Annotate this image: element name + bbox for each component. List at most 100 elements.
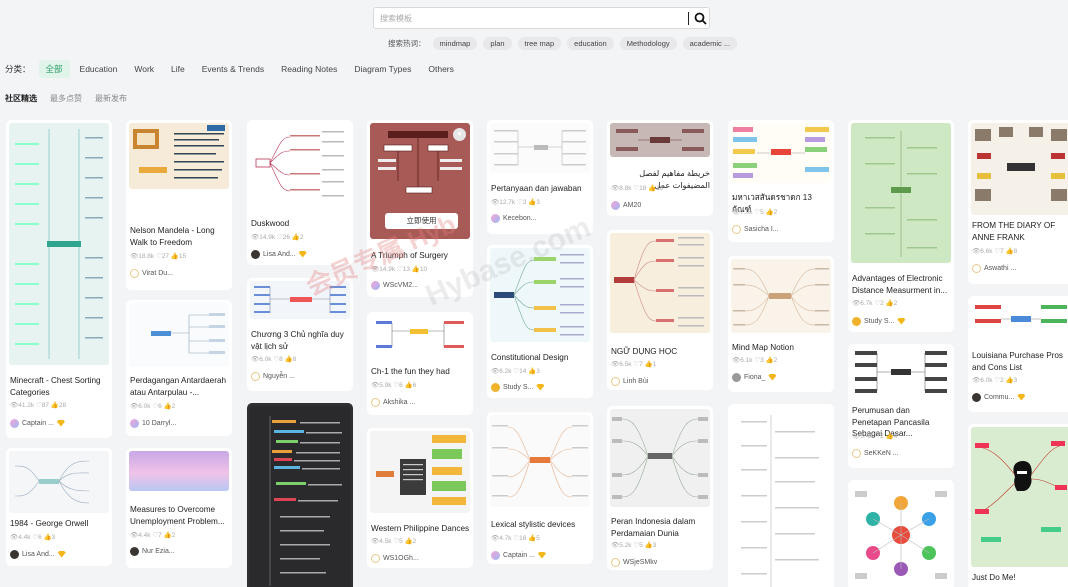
template-card[interactable]: Pertanyaan dan jawaban 👁12.7k ♡3 👍3 Kece… — [487, 120, 593, 234]
category-life[interactable]: Life — [164, 61, 192, 77]
template-card[interactable]: NGỮ DỤNG HỌC 👁6.5k ♡7 👍1 Linh Bùi — [607, 230, 713, 390]
card-thumbnail — [851, 123, 951, 263]
template-card[interactable]: Perdagangan Antardaerah atau Antarpulau … — [126, 300, 232, 436]
use-template-button[interactable]: 立即使用 — [385, 213, 458, 229]
card-thumbnail — [731, 407, 831, 587]
template-card[interactable]: خريطة مفاهيم لفصل المضيفوات عمل 👁8.8k ♡1… — [607, 120, 713, 216]
template-card[interactable]: Perumusan dan Penetapan Pancasila Sebaga… — [848, 344, 954, 468]
card-author: Study S... — [491, 382, 545, 392]
category-events-trends[interactable]: Events & Trends — [195, 61, 271, 77]
card-title: Constitutional Design — [491, 353, 569, 362]
card-stats: 👁4.4k ♡7 👍2 — [130, 532, 176, 539]
card-author: WS1OGh... — [371, 553, 419, 563]
category-all[interactable]: 全部 — [38, 60, 70, 78]
author-name: Linh Bùi — [623, 377, 649, 385]
card-title: FROM THE DIARY OF ANNE FRANK — [972, 221, 1056, 242]
template-card[interactable]: Minecraft - Chest Sorting Categories 👁41… — [6, 120, 112, 438]
card-title: Louisiana Purchase Pros and Cons List — [972, 351, 1064, 372]
card-title: A Triumph of Surgery — [371, 251, 448, 260]
vip-badge-icon — [1017, 393, 1026, 401]
author-name: Study S... — [864, 317, 895, 325]
hot-label: 搜索热词： — [388, 38, 426, 48]
favorite-icon[interactable]: ♥ — [453, 128, 466, 141]
card-stats: 👁4.7k ♡16 👍5 — [491, 535, 540, 542]
card-stats: 👁14.9k ♡13 👍10 — [371, 266, 428, 273]
card-title: Perdagangan Antardaerah atau Antarpulau … — [130, 376, 227, 397]
card-author: Akshika ... — [371, 397, 415, 407]
category-education[interactable]: Education — [73, 61, 125, 77]
template-card[interactable]: Constitutional Design 👁6.2k ♡14 👍3 Study… — [487, 245, 593, 398]
category-work[interactable]: Work — [127, 61, 161, 77]
template-card[interactable]: ♥ 立即使用 A Triumph of Surgery 👁14.9k ♡13 👍… — [367, 120, 473, 297]
template-card[interactable]: Just Do Me! — [968, 424, 1068, 587]
hot-chip-mindmap[interactable]: mindmap — [432, 36, 478, 50]
vip-badge-icon — [298, 250, 307, 258]
category-label: 分类： — [5, 64, 31, 74]
card-author: 10 Darryl... — [130, 418, 176, 428]
vip-badge-icon — [768, 373, 777, 381]
vip-badge-icon — [56, 419, 65, 427]
avatar — [732, 372, 741, 382]
avatar — [852, 448, 861, 458]
template-card[interactable]: Chương 3 Chủ nghĩa duy vật lịch sử 👁6.0k… — [247, 278, 353, 391]
hot-chip-academic[interactable]: academic ... — [682, 36, 738, 50]
author-name: Aswathi ... — [984, 264, 1017, 272]
card-author: Lisa And... — [251, 249, 307, 259]
hot-chip-education[interactable]: education — [567, 36, 614, 50]
template-card[interactable]: Lexical stylistic devices 👁4.7k ♡16 👍5 C… — [487, 412, 593, 564]
card-thumbnail — [971, 123, 1068, 215]
search-divider — [688, 12, 689, 25]
card-stats: 👁5.4k ♡2 👍4 — [852, 433, 898, 440]
category-reading-notes[interactable]: Reading Notes — [274, 61, 344, 77]
card-thumbnail — [250, 123, 350, 205]
template-card[interactable] — [728, 404, 834, 587]
search-bar[interactable] — [373, 7, 710, 29]
template-card[interactable]: Duskwood 👁14.9k ♡26 👍2 Lisa And... — [247, 120, 353, 265]
template-card[interactable]: Ch-1 the fun they had 👁5.9k ♡6 👍6 Akshik… — [367, 312, 473, 415]
author-name: Lisa And... — [22, 550, 55, 558]
avatar — [852, 316, 861, 326]
template-card[interactable]: Mind Map Notion 👁6.1k ♡3 👍2 Fiona_ — [728, 256, 834, 392]
template-card[interactable] — [247, 403, 353, 587]
avatar — [10, 549, 19, 559]
vip-badge-icon — [897, 317, 906, 325]
category-diagram-types[interactable]: Diagram Types — [347, 61, 418, 77]
author-name: Sasicha I... — [744, 225, 779, 233]
template-card[interactable]: 1984 - George Orwell 👁4.4k ♡6 👍3 Lisa An… — [6, 448, 112, 566]
avatar — [972, 392, 981, 402]
template-card[interactable]: FROM THE DIARY OF ANNE FRANK 👁6.6k ♡7 👍8… — [968, 120, 1068, 284]
hot-chip-methodology[interactable]: Methodology — [619, 36, 677, 50]
card-title: Measures to Overcome Unemployment Proble… — [130, 505, 225, 526]
sort-latest[interactable]: 最新发布 — [95, 93, 127, 104]
card-author: Virat Du... — [130, 268, 173, 278]
hot-chip-tree-map[interactable]: tree map — [517, 36, 562, 50]
avatar — [611, 376, 620, 386]
vip-badge-icon — [537, 551, 546, 559]
avatar — [491, 550, 500, 560]
card-thumbnail — [971, 427, 1068, 567]
template-card[interactable] — [848, 480, 954, 587]
author-name: 10 Darryl... — [142, 419, 177, 427]
search-input[interactable] — [380, 10, 680, 26]
author-name: Kecebon... — [503, 214, 537, 222]
category-others[interactable]: Others — [421, 61, 461, 77]
card-stats: 👁18.8k ♡27 👍15 — [130, 253, 187, 260]
template-card[interactable]: Measures to Overcome Unemployment Proble… — [126, 448, 232, 568]
template-card[interactable]: Louisiana Purchase Pros and Cons List 👁6… — [968, 296, 1068, 412]
card-thumbnail — [129, 451, 229, 491]
card-stats: 👁8.8k ♡18 👍18 — [611, 185, 664, 192]
template-card[interactable]: Western Philippine Dances 👁4.5k ♡5 👍2 WS… — [367, 428, 473, 568]
search-icon[interactable] — [693, 11, 708, 26]
template-card[interactable]: Advantages of Electronic Distance Measur… — [848, 120, 954, 332]
template-card[interactable]: Peran Indonesia dalam Perdamaian Dunia 👁… — [607, 406, 713, 570]
sort-featured[interactable]: 社区精选 — [5, 93, 37, 104]
template-card[interactable]: Nelson Mandela - Long Walk to Freedom 👁1… — [126, 120, 232, 290]
card-thumbnail — [610, 409, 710, 507]
card-stats: 👁14.9k ♡26 👍2 — [251, 234, 304, 241]
template-card[interactable]: มหาเวสสันดรชาดก 13 กัณฑ์ 👁7.0k ♡5 👍2 Sas… — [728, 120, 834, 242]
card-author: Nguyễn ... — [251, 371, 295, 381]
sort-most-liked[interactable]: 最多点赞 — [50, 93, 82, 104]
hot-chip-plan[interactable]: plan — [483, 36, 512, 50]
avatar — [732, 224, 741, 234]
card-stats: 👁6.6k ♡7 👍8 — [972, 248, 1018, 255]
